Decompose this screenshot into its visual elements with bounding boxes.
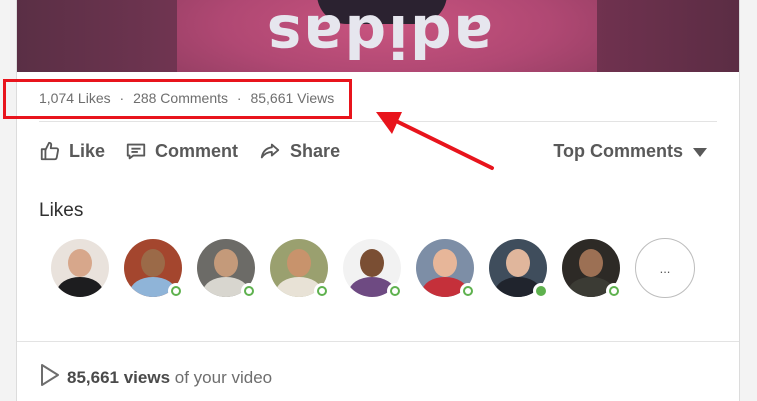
share-arrow-icon <box>258 140 282 162</box>
share-button[interactable]: Share <box>258 140 340 162</box>
divider <box>17 341 739 342</box>
like-label: Like <box>69 140 106 161</box>
caret-down-icon <box>693 141 707 162</box>
sort-label: Top Comments <box>553 140 683 161</box>
annotation-arrow <box>372 106 502 181</box>
likers-avatar-row: ... <box>51 238 695 299</box>
play-icon <box>39 363 61 392</box>
avatar-image <box>51 239 109 297</box>
annotation-highlight-box <box>3 79 352 119</box>
liker-avatar[interactable] <box>416 239 476 299</box>
online-status-icon <box>387 283 403 299</box>
likes-heading: Likes <box>39 200 84 221</box>
comment-icon <box>125 140 147 162</box>
online-status-icon <box>533 283 549 299</box>
video-views-count: 85,661 views <box>67 367 171 387</box>
video-views-suffix: of your video <box>174 367 273 387</box>
liker-avatar[interactable] <box>124 239 184 299</box>
thumbs-up-icon <box>39 140 61 162</box>
online-status-icon <box>460 283 476 299</box>
post-card: adidas 1,074 Likes · 288 Comments · 85,6… <box>16 0 740 401</box>
liker-avatar[interactable] <box>343 239 403 299</box>
liker-avatar[interactable] <box>562 239 622 299</box>
online-status-icon <box>168 283 184 299</box>
liker-avatar[interactable] <box>197 239 257 299</box>
liker-avatar[interactable] <box>51 239 109 297</box>
liker-avatar[interactable] <box>270 239 330 299</box>
action-bar: Like Comment Share <box>39 139 340 163</box>
comment-label: Comment <box>155 140 239 161</box>
more-likers-button[interactable]: ... <box>635 238 695 298</box>
video-views-summary[interactable]: 85,661 views of your video <box>39 363 272 392</box>
online-status-icon <box>606 283 622 299</box>
video-thumbnail[interactable]: adidas <box>17 0 739 72</box>
comment-button[interactable]: Comment <box>125 140 238 162</box>
share-label: Share <box>290 140 341 161</box>
online-status-icon <box>241 283 257 299</box>
liker-avatar[interactable] <box>489 239 549 299</box>
online-status-icon <box>314 283 330 299</box>
sort-comments-dropdown[interactable]: Top Comments <box>553 139 707 163</box>
like-button[interactable]: Like <box>39 140 105 162</box>
